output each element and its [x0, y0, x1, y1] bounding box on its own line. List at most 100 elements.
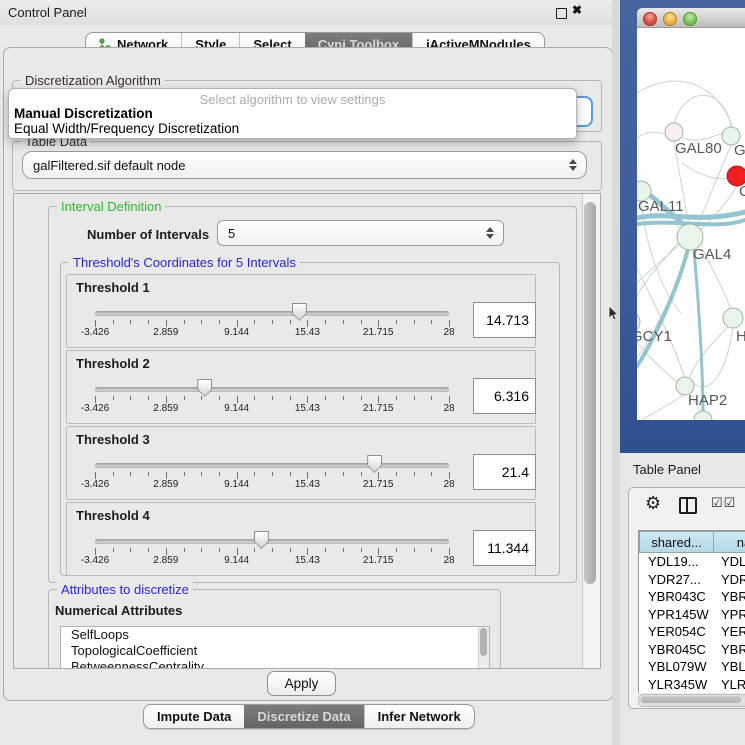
threshold-value-field[interactable]: 21.4	[473, 454, 536, 490]
table-cell[interactable]: YPR145W	[648, 606, 709, 624]
slider-tick	[290, 548, 291, 552]
network-edge[interactable]	[637, 243, 678, 313]
discretization-algorithm-group-title: Discretization Algorithm	[21, 73, 165, 88]
attribute-list-item[interactable]: BetweennessCentrality	[61, 659, 489, 669]
slider-scale-label: 15.43	[285, 403, 329, 414]
numerical-attributes-list[interactable]: SelfLoopsTopologicalCoefficientBetweenne…	[60, 626, 490, 669]
slider-scale-label: 28	[427, 479, 471, 490]
table-cell[interactable]: YDR27...	[648, 571, 701, 589]
table-cell[interactable]: YDR2	[721, 571, 745, 589]
network-edge[interactable]	[637, 132, 665, 186]
control-panel-titlebar: Control Panel ✖	[0, 0, 620, 25]
slider-tick	[95, 396, 96, 403]
network-node[interactable]	[665, 123, 683, 141]
threshold-value-field[interactable]: 14.713	[473, 302, 536, 338]
column-header-name[interactable]: na	[713, 531, 745, 553]
slider-scale-label: 28	[427, 403, 471, 414]
network-edge[interactable]	[689, 326, 729, 378]
slider-tick	[343, 396, 344, 400]
tab-infer-network[interactable]: Infer Network	[364, 705, 474, 728]
select-columns-icon[interactable]: ☑☑	[711, 495, 736, 511]
network-node-label: H	[736, 328, 745, 345]
zoom-traffic-light[interactable]	[683, 12, 697, 26]
table-cell[interactable]: YPR1	[721, 606, 745, 624]
table-cell[interactable]: YLR345W	[648, 676, 707, 694]
threshold-label: Threshold 2	[76, 356, 150, 371]
slider-tick	[184, 396, 185, 400]
table-cell[interactable]: YBL079W	[648, 658, 707, 676]
float-window-icon[interactable]	[556, 8, 567, 19]
popup-option-equal-width-frequency[interactable]: Equal Width/Frequency Discretization	[14, 121, 239, 136]
slider-scale-label: 21.715	[356, 555, 400, 566]
settings-scrollbar-thumb[interactable]	[584, 202, 596, 584]
table-cell[interactable]: YDL1	[721, 553, 745, 571]
split-columns-icon[interactable]	[679, 497, 697, 514]
network-canvas[interactable]: GAL80GACGAL11GAL4GCY1HHAP2	[637, 28, 745, 420]
network-edge-thick[interactable]	[637, 249, 688, 366]
combobox-stepper-icon	[486, 227, 494, 239]
slider-tick	[343, 472, 344, 476]
network-edge[interactable]	[637, 245, 679, 283]
table-cell[interactable]: YBR0	[721, 588, 745, 606]
threshold-slider-track[interactable]	[95, 311, 449, 316]
popup-option-manual-discretization[interactable]: Manual Discretization	[14, 106, 153, 121]
threshold-value-field[interactable]: 6.316	[473, 378, 536, 414]
network-edge[interactable]	[674, 95, 731, 127]
panel-divider[interactable]	[612, 0, 620, 745]
slider-tick	[184, 472, 185, 476]
threshold-slider-thumb[interactable]	[254, 531, 269, 549]
attribute-list-item[interactable]: SelfLoops	[61, 627, 489, 643]
slider-tick	[254, 396, 255, 400]
close-icon[interactable]: ✖	[572, 3, 582, 17]
table-cell[interactable]: YBL0	[721, 658, 745, 676]
threshold-slider-track[interactable]	[95, 463, 449, 468]
threshold-row: Threshold 4 11.344 -3.4262.8599.14415.43…	[66, 502, 536, 576]
table-cell[interactable]: YLR3	[721, 676, 745, 694]
tab-impute-data[interactable]: Impute Data	[144, 705, 244, 728]
table-hscrollbar-thumb[interactable]	[641, 696, 741, 703]
network-edge[interactable]	[637, 394, 685, 420]
threshold-slider-track[interactable]	[95, 387, 449, 392]
threshold-slider-thumb[interactable]	[292, 303, 307, 321]
slider-tick	[361, 396, 362, 400]
table-cell[interactable]: YBR043C	[648, 588, 706, 606]
table-hscrollbar[interactable]	[638, 694, 745, 707]
minimize-traffic-light[interactable]	[663, 12, 677, 26]
network-node[interactable]	[694, 411, 712, 420]
threshold-value-field[interactable]: 11.344	[473, 530, 536, 566]
slider-tick	[414, 548, 415, 552]
close-traffic-light[interactable]	[643, 12, 657, 26]
table-cell[interactable]: YBR0	[721, 641, 745, 659]
slider-scale-label: 9.144	[215, 479, 259, 490]
interval-definition-group: Interval Definition Number of Intervals …	[48, 206, 577, 583]
table-cell[interactable]: YER0	[721, 623, 745, 641]
column-header-shared-name[interactable]: shared...	[639, 531, 714, 553]
network-edge[interactable]	[637, 81, 733, 128]
node-table[interactable]: shared... na YDL19...YDL1YDR27...YDR2YBR…	[638, 530, 745, 693]
number-of-intervals-combobox[interactable]: 5	[217, 220, 504, 246]
table-cell[interactable]: YER054C	[648, 623, 706, 641]
slider-scale-label: -3.426	[73, 327, 117, 338]
slider-tick	[431, 472, 432, 476]
slider-tick	[184, 320, 185, 324]
table-cell[interactable]: YDL19...	[648, 553, 699, 571]
attribute-list-item[interactable]: TopologicalCoefficient	[61, 643, 489, 659]
network-node[interactable]	[723, 308, 743, 328]
slider-tick	[254, 548, 255, 552]
slider-tick	[272, 472, 273, 476]
threshold-slider-thumb[interactable]	[197, 379, 212, 397]
tab-discretize-data[interactable]: Discretize Data	[244, 705, 363, 728]
interval-definition-group-title: Interval Definition	[57, 199, 165, 214]
threshold-slider-track[interactable]	[95, 539, 449, 544]
threshold-slider-thumb[interactable]	[367, 455, 382, 473]
slider-tick	[378, 320, 379, 327]
gear-icon[interactable]: ⚙	[645, 493, 661, 514]
slider-tick	[113, 548, 114, 552]
apply-button[interactable]: Apply	[267, 671, 336, 696]
table-cell[interactable]: YBR045C	[648, 641, 706, 659]
network-window-titlebar[interactable]	[637, 8, 745, 28]
table-data-combobox[interactable]: galFiltered.sif default node	[22, 151, 587, 179]
slider-tick	[325, 472, 326, 476]
slider-scale-label: -3.426	[73, 403, 117, 414]
attributes-list-scrollbar-thumb[interactable]	[480, 628, 487, 656]
